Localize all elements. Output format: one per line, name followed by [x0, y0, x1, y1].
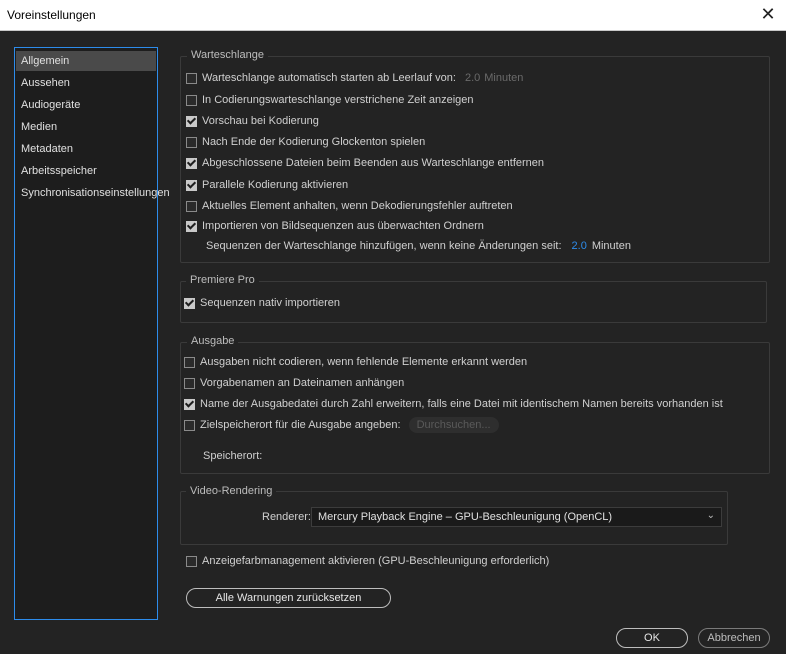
video-legend: Video-Rendering [186, 485, 277, 497]
sidebar-item-arbeitsspeicher[interactable]: Arbeitsspeicher [16, 161, 156, 181]
queue-elapsed-label: In Codierungswarteschlange verstrichene … [202, 94, 474, 106]
cancel-button[interactable]: Abbrechen [698, 628, 770, 648]
queue-elapsed-checkbox[interactable] [186, 94, 197, 106]
renderer-label: Renderer: [262, 511, 311, 523]
preferences-window: Allgemein Aussehen Audiogeräte Medien Me… [0, 31, 786, 654]
queue-import-row: Importieren von Bildsequenzen aus überwa… [186, 218, 484, 234]
queue-autostart-row: Warteschlange automatisch starten ab Lee… [186, 70, 523, 86]
output-target-checkbox[interactable] [184, 419, 195, 431]
output-preset-row: Vorgabenamen an Dateinamen anhängen [184, 375, 404, 391]
queue-legend: Warteschlange [187, 49, 268, 61]
display-color-checkbox[interactable] [186, 555, 197, 567]
queue-preview-checkbox[interactable] [186, 115, 197, 127]
reset-warnings-button[interactable]: Alle Warnungen zurücksetzen [186, 588, 391, 608]
display-color-label: Anzeigefarbmanagement aktivieren (GPU-Be… [202, 555, 550, 567]
queue-import-label: Importieren von Bildsequenzen aus überwa… [202, 220, 484, 232]
queue-sequence-value[interactable]: 2.0 [572, 240, 587, 252]
renderer-row: Renderer: [262, 509, 311, 525]
renderer-value: Mercury Playback Engine – GPU-Beschleuni… [318, 511, 613, 523]
queue-bell-row: Nach Ende der Kodierung Glockenton spiel… [186, 134, 425, 150]
queue-parallel-row: Parallele Kodierung aktivieren [186, 177, 348, 193]
queue-remove-row: Abgeschlossene Dateien beim Beenden aus … [186, 155, 544, 171]
ok-button[interactable]: OK [616, 628, 688, 648]
sidebar-item-allgemein[interactable]: Allgemein [16, 51, 156, 71]
queue-parallel-checkbox[interactable] [186, 179, 197, 191]
queue-remove-checkbox[interactable] [186, 157, 197, 169]
premiere-native-checkbox[interactable] [184, 297, 195, 309]
close-icon[interactable]: ✕ [758, 4, 778, 24]
sidebar-item-synchronisation[interactable]: Synchronisationseinstellungen [16, 183, 170, 203]
queue-halt-label: Aktuelles Element anhalten, wenn Dekodie… [202, 200, 513, 212]
queue-halt-checkbox[interactable] [186, 200, 197, 212]
title-bar: Voreinstellungen ✕ [0, 0, 786, 31]
output-preset-checkbox[interactable] [184, 377, 195, 389]
queue-halt-row: Aktuelles Element anhalten, wenn Dekodie… [186, 198, 513, 214]
window-title: Voreinstellungen [7, 8, 96, 22]
queue-sequence-unit: Minuten [591, 240, 631, 252]
output-target-row: Zielspeicherort für die Ausgabe angeben:… [184, 417, 499, 433]
queue-bell-label: Nach Ende der Kodierung Glockenton spiel… [202, 136, 426, 148]
queue-bell-checkbox[interactable] [186, 136, 197, 148]
queue-autostart-label: Warteschlange automatisch starten ab Lee… [202, 72, 456, 84]
output-legend: Ausgabe [187, 335, 239, 347]
output-location-row: Speicherort: [203, 448, 262, 464]
output-increment-row: Name der Ausgabedatei durch Zahl erweite… [184, 396, 723, 412]
queue-sequence-row: Sequenzen der Warteschlange hinzufügen, … [206, 238, 631, 254]
output-increment-checkbox[interactable] [184, 398, 195, 410]
browse-button[interactable]: Durchsuchen... [408, 417, 499, 433]
sidebar-item-metadaten[interactable]: Metadaten [16, 139, 156, 159]
sidebar-item-medien[interactable]: Medien [16, 117, 156, 137]
output-missing-label: Ausgaben nicht codieren, wenn fehlende E… [200, 356, 528, 368]
chevron-down-icon: ⌄ [706, 510, 715, 521]
premiere-native-label: Sequenzen nativ importieren [200, 297, 341, 309]
output-preset-label: Vorgabenamen an Dateinamen anhängen [200, 377, 405, 389]
queue-elapsed-row: In Codierungswarteschlange verstrichene … [186, 92, 474, 108]
output-target-label: Zielspeicherort für die Ausgabe angeben: [200, 419, 401, 431]
premiere-native-row: Sequenzen nativ importieren [184, 295, 340, 311]
output-location-label: Speicherort: [203, 450, 263, 462]
queue-autostart-checkbox[interactable] [186, 72, 197, 84]
output-missing-checkbox[interactable] [184, 356, 195, 368]
queue-autostart-unit: Minuten [484, 72, 524, 84]
sidebar-item-audiogeraete[interactable]: Audiogeräte [16, 95, 156, 115]
sidebar: Allgemein Aussehen Audiogeräte Medien Me… [14, 47, 170, 620]
queue-preview-label: Vorschau bei Kodierung [202, 115, 319, 127]
queue-import-checkbox[interactable] [186, 220, 197, 232]
sidebar-item-aussehen[interactable]: Aussehen [16, 73, 156, 93]
display-color-row: Anzeigefarbmanagement aktivieren (GPU-Be… [186, 553, 549, 569]
queue-remove-label: Abgeschlossene Dateien beim Beenden aus … [202, 157, 545, 169]
queue-autostart-value[interactable]: 2.0 [465, 72, 480, 84]
output-missing-row: Ausgaben nicht codieren, wenn fehlende E… [184, 354, 527, 370]
queue-sequence-label: Sequenzen der Warteschlange hinzufügen, … [206, 240, 562, 252]
queue-preview-row: Vorschau bei Kodierung [186, 113, 319, 129]
renderer-dropdown[interactable]: Mercury Playback Engine – GPU-Beschleuni… [311, 507, 722, 527]
output-increment-label: Name der Ausgabedatei durch Zahl erweite… [200, 398, 723, 410]
premiere-legend: Premiere Pro [186, 274, 259, 286]
queue-parallel-label: Parallele Kodierung aktivieren [202, 179, 349, 191]
